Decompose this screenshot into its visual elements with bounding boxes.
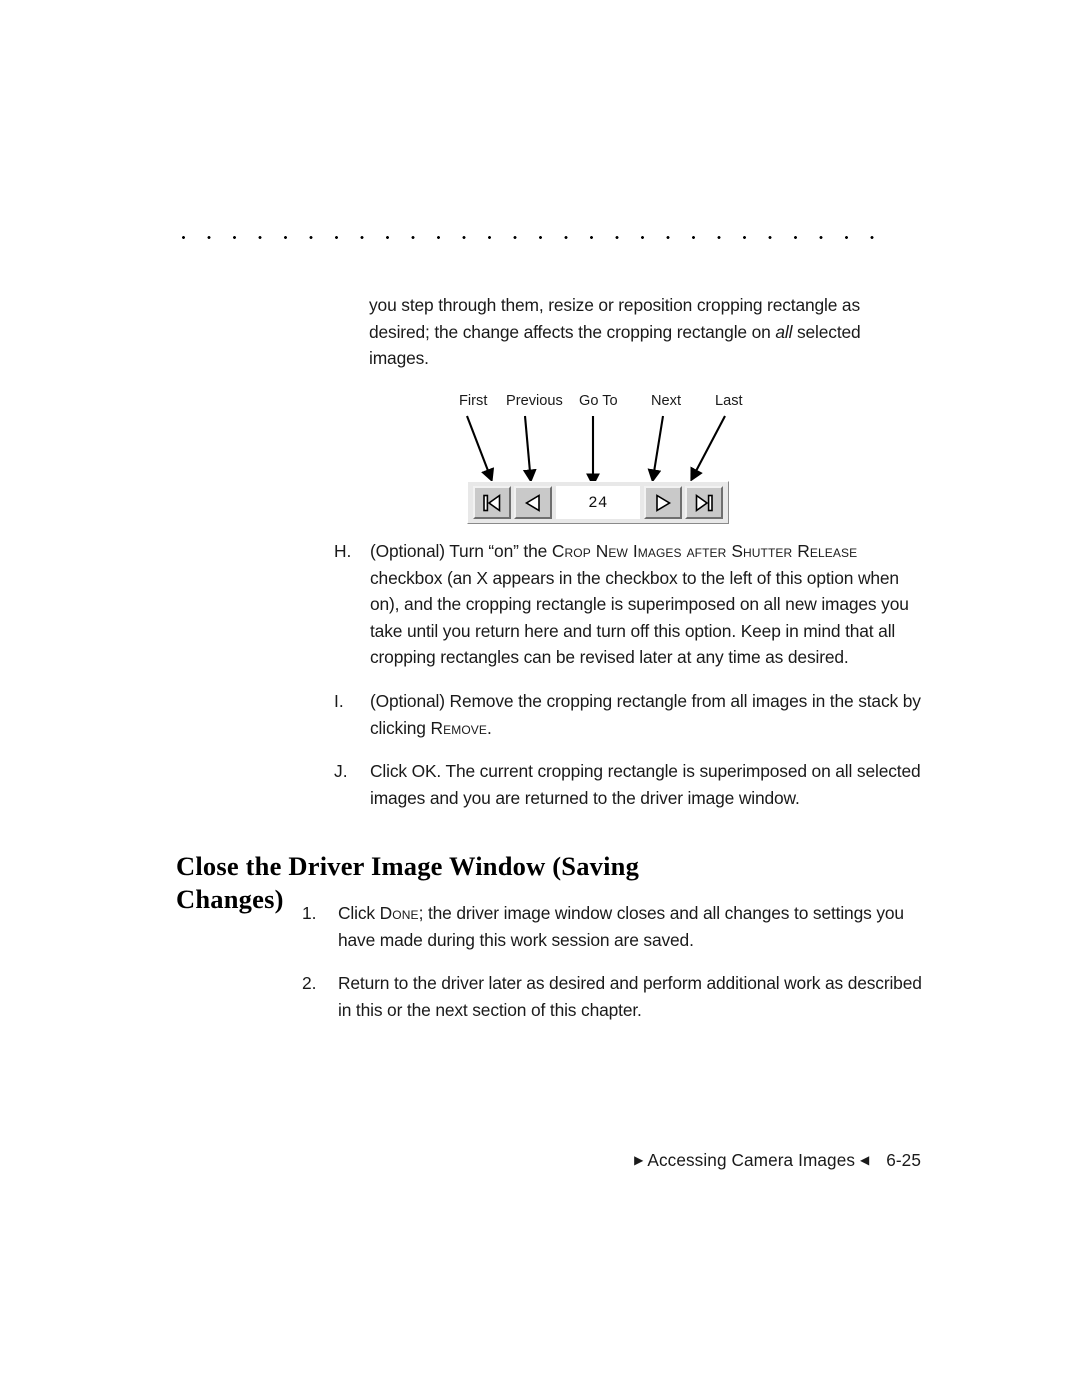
- list-item: 1. Click Done; the driver image window c…: [302, 900, 927, 953]
- skip-to-last-icon: [693, 492, 715, 514]
- dotted-rule-divider: [182, 236, 896, 242]
- list-item-smallcaps: Done: [379, 903, 419, 923]
- list-item: H. (Optional) Turn “on” the Crop New Ima…: [334, 538, 924, 671]
- intro-line-1: you step through them, resize or reposit…: [369, 295, 860, 315]
- list-item-body: Click Done; the driver image window clos…: [338, 900, 927, 953]
- arrow-previous: [522, 415, 537, 483]
- list-item-marker: I.: [334, 690, 344, 711]
- list-item-body: (Optional) Remove the cropping rectangle…: [370, 688, 924, 741]
- navigation-toolbar-figure: First Previous Go To Next Last 24: [447, 392, 747, 532]
- list-item-text-part-1: Click OK. The current cropping rectangle…: [370, 761, 921, 808]
- last-image-button[interactable]: [685, 486, 723, 519]
- list-item: I. (Optional) Remove the cropping rectan…: [334, 688, 924, 741]
- list-item-text-part-2: ; the driver image window closes and all…: [338, 903, 904, 950]
- page-number: 6-25: [886, 1150, 921, 1170]
- list-item-body: Click OK. The current cropping rectangle…: [370, 758, 924, 811]
- triangle-right-icon: ▶: [634, 1153, 644, 1167]
- list-item-text-part-1: Click: [338, 903, 380, 923]
- list-item-text-part-1: Return to the driver later as desired an…: [338, 973, 922, 1020]
- list-item-marker: J.: [334, 761, 348, 782]
- callout-label-goto: Go To: [579, 393, 618, 409]
- triangle-left-icon: ◀: [859, 1153, 870, 1167]
- footer-section-title: Accessing Camera Images: [647, 1150, 856, 1170]
- intro-line-2-emphasis: all: [775, 321, 793, 342]
- arrow-first: [466, 415, 495, 483]
- page-footer: ▶ Accessing Camera Images ◀ 6-25: [0, 1150, 921, 1171]
- first-image-button[interactable]: [473, 486, 511, 519]
- next-image-button[interactable]: [644, 486, 682, 519]
- list-item-smallcaps: Remove: [430, 717, 488, 738]
- list-item-marker: 2.: [302, 973, 317, 994]
- intro-line-3: images.: [369, 348, 429, 369]
- previous-triangle-icon: [522, 492, 544, 514]
- callout-label-first: First: [459, 393, 488, 409]
- arrow-last: [690, 415, 726, 482]
- skip-to-first-icon: [481, 492, 503, 514]
- numbered-step-list: 1. Click Done; the driver image window c…: [302, 900, 927, 1023]
- list-item-text-part-2: .: [487, 717, 492, 738]
- figure-callout-arrows: [466, 415, 726, 484]
- intro-paragraph: you step through them, resize or reposit…: [369, 292, 921, 372]
- image-navigation-toolbar: 24: [467, 481, 729, 524]
- intro-line-2-b: selected: [792, 321, 861, 342]
- intro-paragraph-block: you step through them, resize or reposit…: [369, 292, 921, 372]
- list-item-marker: 1.: [302, 903, 317, 923]
- callout-label-next: Next: [651, 393, 682, 409]
- callout-label-previous: Previous: [506, 393, 563, 409]
- image-counter-value: 24: [588, 493, 608, 512]
- callout-label-last: Last: [715, 393, 743, 409]
- arrow-next: [647, 415, 665, 483]
- list-item-smallcaps: Crop New Images after Shutter Release: [551, 541, 858, 561]
- goto-image-number-field[interactable]: 24: [556, 486, 640, 519]
- list-item-text-part-2: checkbox (an X appears in the checkbox t…: [370, 567, 909, 668]
- list-item-marker: H.: [334, 541, 352, 561]
- list-item-body: (Optional) Turn “on” the Crop New Images…: [370, 538, 924, 671]
- lettered-step-list: H. (Optional) Turn “on” the Crop New Ima…: [334, 538, 924, 811]
- list-item: 2. Return to the driver later as desired…: [302, 970, 927, 1023]
- next-triangle-icon: [652, 492, 674, 514]
- list-item-text-part-1: (Optional) Turn “on” the: [370, 541, 552, 561]
- list-item-body: Return to the driver later as desired an…: [338, 970, 927, 1023]
- list-item: J. Click OK. The current cropping rectan…: [334, 758, 924, 811]
- intro-line-2-a: desired; the change affects the cropping…: [369, 321, 776, 342]
- previous-image-button[interactable]: [514, 486, 552, 519]
